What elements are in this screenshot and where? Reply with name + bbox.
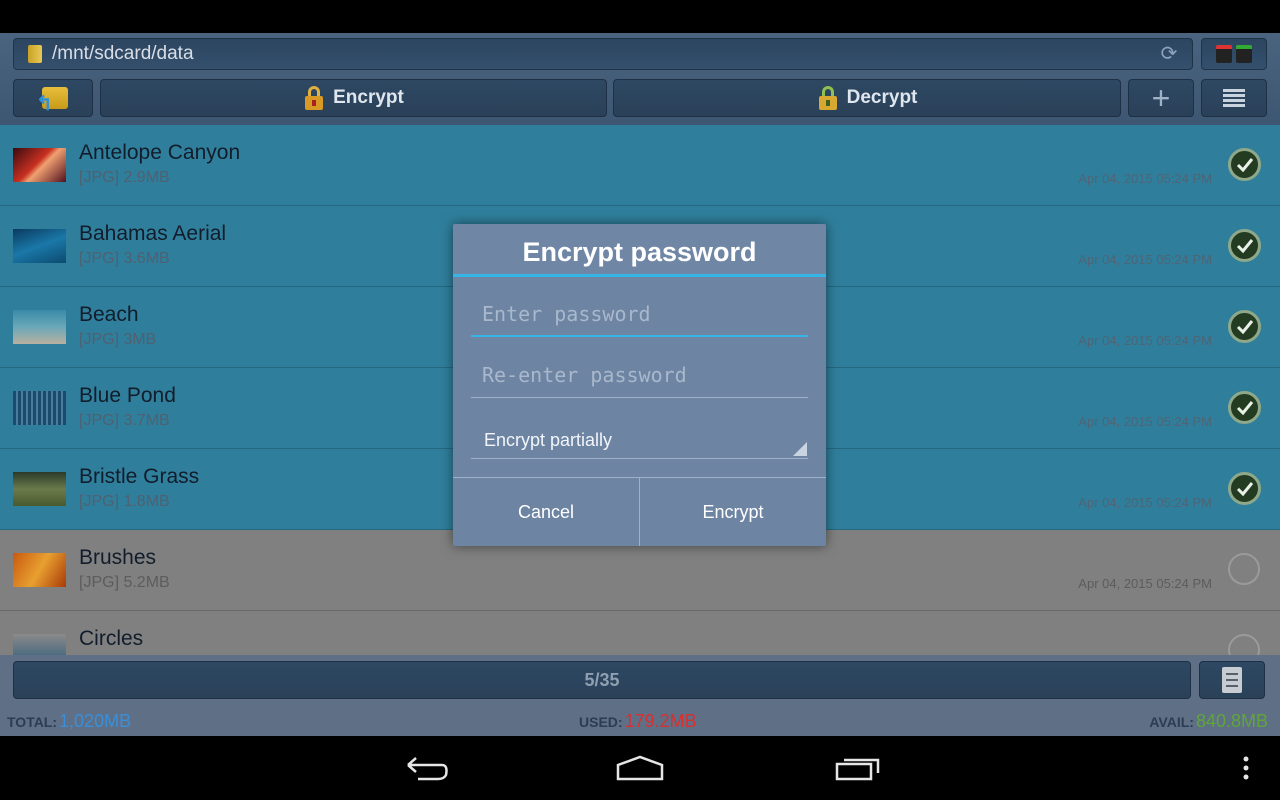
file-date: Apr 04, 2015 05:24 PM — [1078, 171, 1212, 186]
unlock-icon — [817, 86, 839, 110]
used-label: USED: — [579, 714, 623, 730]
file-date: Apr 04, 2015 05:24 PM — [1078, 333, 1212, 348]
file-name: Beach — [79, 303, 139, 326]
checklist-icon — [1222, 667, 1242, 693]
sd-card-icon — [1236, 45, 1252, 63]
file-thumbnail — [13, 391, 66, 425]
file-meta: [JPG] 3MB — [79, 331, 157, 348]
avail-label: AVAIL: — [1149, 714, 1194, 730]
dialog-title: Encrypt password — [453, 224, 826, 277]
parent-folder-button[interactable]: ↰ — [13, 79, 93, 117]
file-meta: [JPG] 3.7MB — [79, 412, 170, 429]
checked-icon[interactable] — [1228, 472, 1261, 505]
file-meta: [JPG] 1.8MB — [79, 493, 170, 510]
file-name: Circles — [79, 627, 144, 650]
encrypt-button-label: Encrypt — [333, 87, 404, 108]
unchecked-icon[interactable] — [1228, 553, 1260, 585]
current-path: /mnt/sdcard/data — [52, 43, 194, 64]
total-label: TOTAL: — [7, 714, 58, 730]
file-thumbnail — [13, 553, 66, 587]
file-date: Apr 04, 2015 05:24 PM — [1078, 495, 1212, 510]
status-bar — [0, 0, 1280, 33]
selection-count: 5/35 — [584, 669, 620, 690]
encrypt-button[interactable]: Encrypt — [100, 79, 607, 117]
folder-up-icon: ↰ — [36, 85, 70, 114]
checked-icon[interactable] — [1228, 391, 1261, 424]
sd-card-icon — [1216, 45, 1232, 63]
file-row[interactable]: Circles — [0, 611, 1280, 655]
unchecked-icon[interactable] — [1228, 634, 1260, 655]
password-field[interactable]: Enter password — [471, 297, 808, 337]
avail-value: 840.8MB — [1195, 711, 1268, 731]
available-storage: AVAIL: 840.8MB — [1149, 711, 1268, 732]
path-bar[interactable]: /mnt/sdcard/data ⟳ — [13, 38, 1193, 70]
toolbar: /mnt/sdcard/data ⟳ ↰ Encrypt Decrypt + — [0, 33, 1280, 125]
file-meta: [JPG] 3.6MB — [79, 250, 170, 267]
file-thumbnail — [13, 472, 66, 506]
file-thumbnail — [13, 634, 66, 655]
list-menu-icon — [1223, 89, 1245, 107]
file-meta: [JPG] 5.2MB — [79, 574, 170, 591]
file-name: Antelope Canyon — [79, 141, 241, 164]
encrypt-password-dialog: Encrypt password Enter password Re-enter… — [453, 224, 826, 546]
folder-icon — [28, 45, 42, 63]
task-list-button[interactable] — [1199, 661, 1265, 699]
cancel-button[interactable]: Cancel — [453, 478, 640, 546]
dropdown-arrow-icon — [793, 442, 807, 456]
dialog-button-bar: Cancel Encrypt — [453, 477, 826, 546]
used-storage: USED: 179.2MB — [579, 711, 697, 732]
recent-apps-icon[interactable] — [830, 750, 886, 786]
encrypt-mode-dropdown[interactable]: Encrypt partially — [471, 424, 808, 459]
file-date: Apr 04, 2015 05:24 PM — [1078, 252, 1212, 267]
add-button[interactable]: + — [1128, 79, 1194, 117]
file-thumbnail — [13, 310, 66, 344]
total-value: 1,020MB — [59, 711, 132, 731]
encrypt-mode-value: Encrypt partially — [484, 430, 613, 450]
system-nav-bar — [0, 736, 1280, 800]
home-icon[interactable] — [612, 750, 668, 786]
confirm-encrypt-button[interactable]: Encrypt — [640, 478, 826, 546]
total-storage: TOTAL: 1,020MB — [7, 711, 131, 732]
checked-icon[interactable] — [1228, 229, 1261, 262]
file-thumbnail — [13, 229, 66, 263]
screen: /mnt/sdcard/data ⟳ ↰ Encrypt Decrypt + A… — [0, 0, 1280, 800]
file-name: Bahamas Aerial — [79, 222, 227, 245]
footer: 5/35 TOTAL: 1,020MB USED: 179.2MB AVAIL:… — [0, 655, 1280, 736]
file-thumbnail — [13, 148, 66, 182]
storage-switch-button[interactable] — [1201, 38, 1267, 70]
plus-icon: + — [1151, 80, 1171, 116]
file-name: Blue Pond — [79, 384, 176, 407]
file-row[interactable]: Antelope Canyon [JPG] 2.9MB Apr 04, 2015… — [0, 125, 1280, 206]
repeat-password-field[interactable]: Re-enter password — [471, 358, 808, 398]
lock-icon — [303, 86, 325, 110]
back-icon[interactable] — [400, 750, 450, 786]
decrypt-button[interactable]: Decrypt — [613, 79, 1121, 117]
file-name: Brushes — [79, 546, 157, 569]
file-meta: [JPG] 2.9MB — [79, 169, 170, 186]
overflow-menu-icon[interactable] — [1236, 750, 1256, 786]
file-name: Bristle Grass — [79, 465, 200, 488]
selection-progress-bar: 5/35 — [13, 661, 1191, 699]
refresh-icon[interactable]: ⟳ — [1158, 43, 1180, 65]
menu-button[interactable] — [1201, 79, 1267, 117]
used-value: 179.2MB — [624, 711, 697, 731]
decrypt-button-label: Decrypt — [846, 87, 918, 108]
file-date: Apr 04, 2015 05:24 PM — [1078, 576, 1212, 591]
checked-icon[interactable] — [1228, 148, 1261, 181]
file-date: Apr 04, 2015 05:24 PM — [1078, 414, 1212, 429]
checked-icon[interactable] — [1228, 310, 1261, 343]
